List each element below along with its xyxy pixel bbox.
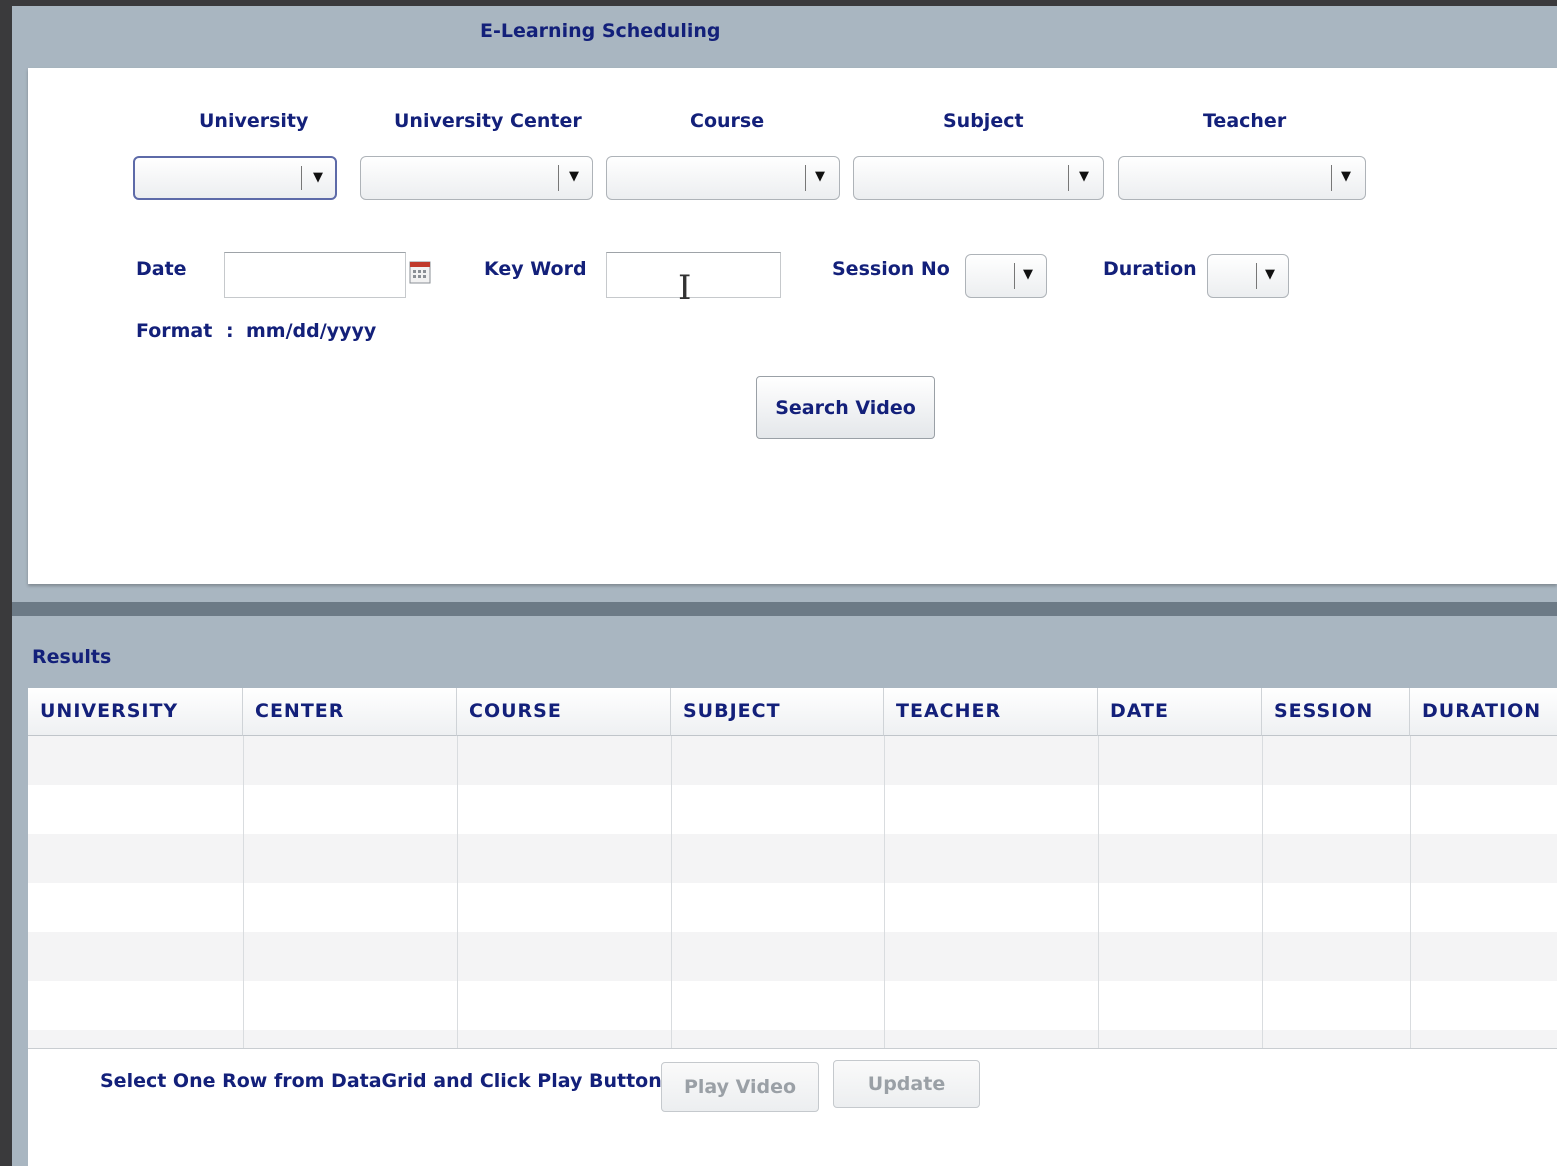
column-header-session[interactable]: SESSION: [1262, 688, 1410, 736]
column-header-subject[interactable]: SUBJECT: [671, 688, 884, 736]
format-separator: :: [226, 320, 234, 342]
search-panel: E-Learning Scheduling University Univers…: [12, 6, 1557, 602]
results-container: UNIVERSITY CENTER COURSE SUBJECT TEACHER…: [28, 688, 1557, 1166]
dropdown-arrow-icon: ▼: [313, 170, 323, 185]
column-header-duration[interactable]: DURATION: [1410, 688, 1557, 736]
course-label: Course: [690, 110, 765, 132]
subject-label: Subject: [943, 110, 1024, 132]
date-input[interactable]: [224, 252, 406, 298]
calendar-icon[interactable]: [409, 260, 431, 284]
column-header-center[interactable]: CENTER: [243, 688, 457, 736]
teacher-dropdown[interactable]: ▼: [1118, 156, 1366, 200]
app-window: E-Learning Scheduling University Univers…: [12, 6, 1557, 1166]
column-header-course[interactable]: COURSE: [457, 688, 671, 736]
keyword-input[interactable]: [606, 252, 781, 298]
table-row[interactable]: [28, 785, 1557, 834]
dropdown-arrow-icon: ▼: [1265, 267, 1275, 282]
dropdown-arrow-icon: ▼: [815, 169, 825, 184]
update-button[interactable]: Update: [833, 1060, 980, 1108]
duration-label: Duration: [1103, 258, 1197, 280]
university-dropdown[interactable]: ▼: [133, 156, 337, 200]
course-dropdown[interactable]: ▼: [606, 156, 840, 200]
column-header-date[interactable]: DATE: [1098, 688, 1262, 736]
format-label: Format: [136, 320, 213, 342]
results-title: Results: [32, 646, 112, 668]
session-no-dropdown[interactable]: ▼: [965, 254, 1047, 298]
play-video-button[interactable]: Play Video: [661, 1062, 819, 1112]
teacher-label: Teacher: [1203, 110, 1287, 132]
university-label: University: [199, 110, 309, 132]
dropdown-arrow-icon: ▼: [1079, 169, 1089, 184]
session-no-label: Session No: [832, 258, 950, 280]
table-row[interactable]: [28, 1030, 1557, 1048]
text-cursor-icon: I: [678, 268, 692, 308]
table-row[interactable]: [28, 883, 1557, 932]
keyword-label: Key Word: [484, 258, 587, 280]
dropdown-arrow-icon: ▼: [1341, 169, 1351, 184]
date-label: Date: [136, 258, 187, 280]
table-row[interactable]: [28, 834, 1557, 883]
instruction-text: Select One Row from DataGrid and Click P…: [100, 1070, 662, 1092]
column-header-university[interactable]: UNIVERSITY: [28, 688, 243, 736]
table-row[interactable]: [28, 981, 1557, 1030]
column-header-teacher[interactable]: TEACHER: [884, 688, 1098, 736]
panel-title: E-Learning Scheduling: [480, 20, 721, 42]
table-row[interactable]: [28, 736, 1557, 785]
dropdown-arrow-icon: ▼: [569, 169, 579, 184]
university-center-label: University Center: [394, 110, 582, 132]
search-video-button[interactable]: Search Video: [756, 376, 935, 439]
panel-divider: [12, 602, 1557, 616]
format-value: mm/dd/yyyy: [246, 320, 377, 342]
results-datagrid[interactable]: UNIVERSITY CENTER COURSE SUBJECT TEACHER…: [28, 688, 1557, 1049]
university-center-dropdown[interactable]: ▼: [360, 156, 593, 200]
subject-dropdown[interactable]: ▼: [853, 156, 1104, 200]
results-panel: Results UNIVERSITY CENTER COURSE SUBJECT…: [12, 616, 1557, 1166]
dropdown-arrow-icon: ▼: [1023, 267, 1033, 282]
search-form: University University Center Course Subj…: [28, 68, 1557, 584]
duration-dropdown[interactable]: ▼: [1207, 254, 1289, 298]
table-row[interactable]: [28, 932, 1557, 981]
